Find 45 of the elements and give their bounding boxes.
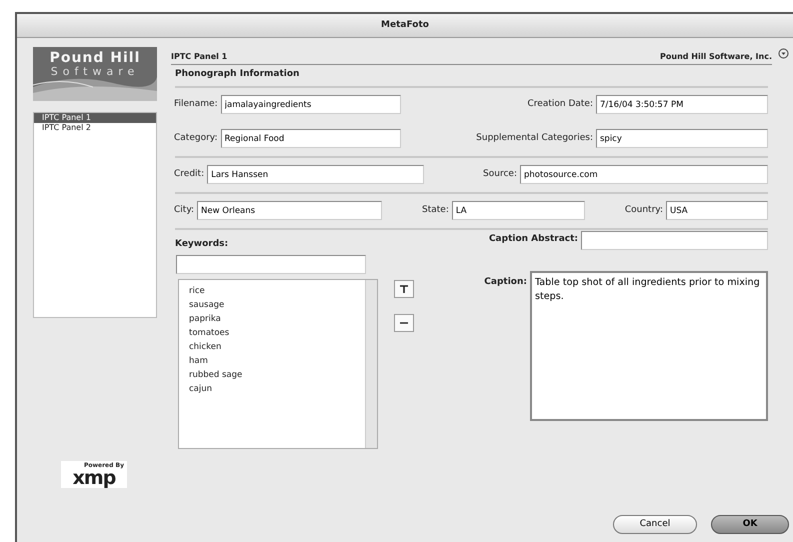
keyword-item[interactable]: rice [189,284,365,298]
sidebar-item[interactable]: IPTC Panel 2 [34,123,156,133]
text-field[interactable]: USA [666,201,768,220]
cancel-button[interactable]: Cancel [613,515,697,534]
scrollbar[interactable] [365,280,377,448]
section-heading: Phonograph Information [175,68,768,88]
panel-title: IPTC Panel 1 [171,51,228,63]
add-button[interactable] [394,280,414,298]
keywords-list[interactable]: rice sausage paprika tomatoes chicken ham rubbed sage cajun [178,279,378,449]
keyword-item[interactable]: tomatoes [189,326,365,340]
keyword-item[interactable]: cajun [189,382,365,396]
text-field[interactable]: LA [452,201,585,220]
company-name: Pound Hill Software, Inc. [660,51,772,63]
field-label: Supplemental Categories: [476,132,593,145]
company-logo: Pound Hill Software [33,47,157,101]
keyword-item[interactable]: ham [189,354,365,368]
keyword-item[interactable]: rubbed sage [189,368,365,382]
remove-button[interactable] [394,314,414,332]
text-field[interactable]: photosource.com [520,165,768,184]
text-field[interactable]: 7/16/04 3:50:57 PM [596,95,768,114]
text-field[interactable]: jamalayaingredients [220,95,401,114]
caption-abstract-field[interactable] [581,230,768,250]
sidebar-item[interactable]: IPTC Panel 1 [34,113,156,123]
field-label: Category: [174,132,218,145]
field-label: Country: [624,204,663,217]
field-label: State: [422,204,449,217]
ok-button[interactable]: OK [711,515,789,534]
keywords-label: Keywords: [175,238,230,250]
keyword-item[interactable]: sausage [189,298,365,312]
text-field[interactable]: Lars Hanssen [207,165,424,184]
keyword-item[interactable]: paprika [189,312,365,326]
field-label: Filename: [174,98,218,111]
window-title: MetaFoto [17,14,793,38]
text-field[interactable]: Regional Food [220,129,400,148]
field-label: Creation Date: [528,98,593,111]
keyword-item[interactable]: chicken [189,340,365,354]
field-label: City: [174,204,194,217]
text-field[interactable]: spicy [596,129,768,148]
field-label: Credit: [174,168,204,181]
field-label: Source: [483,168,517,181]
caption-abstract-label: Caption Abstract: [488,233,578,246]
keyword-input-field[interactable] [176,255,366,274]
text-field[interactable]: New Orleans [197,201,382,220]
caption-field[interactable]: Table top shot of all ingredients prior to mixing steps. [530,270,768,420]
caption-label: Caption: [484,276,527,288]
